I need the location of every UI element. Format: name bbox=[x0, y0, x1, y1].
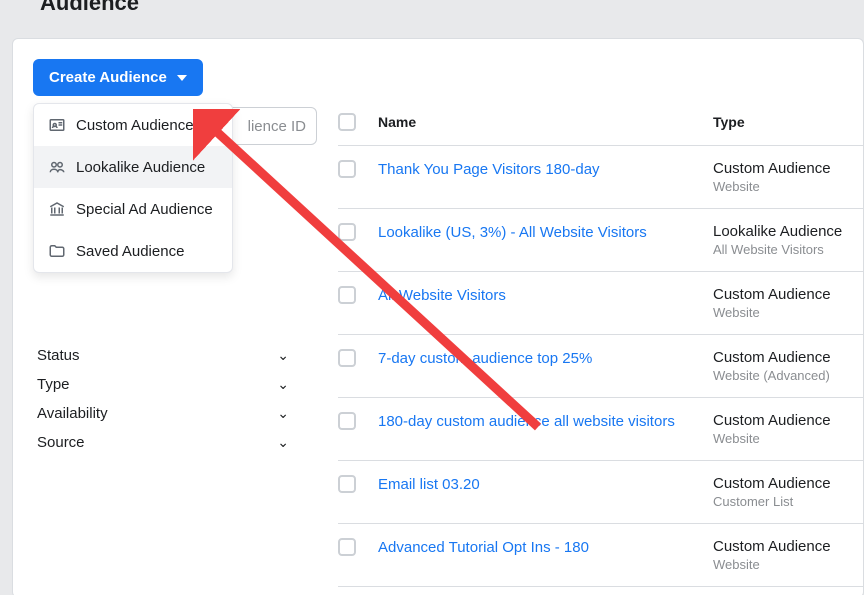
row-checkbox[interactable] bbox=[338, 475, 356, 493]
audience-name-link[interactable]: 180-day custom audience all website visi… bbox=[378, 413, 675, 430]
audience-name-link[interactable]: Thank You Page Visitors 180-day bbox=[378, 161, 600, 178]
table-row: Advanced Tutorial Opt Ins - 180 Custom A… bbox=[338, 524, 864, 587]
audience-type: Custom Audience bbox=[713, 538, 864, 555]
audience-subtype: Website bbox=[713, 431, 864, 446]
filter-label: Type bbox=[37, 376, 70, 393]
table-row: 7-day custom audience top 25% Custom Aud… bbox=[338, 335, 864, 398]
audience-subtype: All Website Visitors bbox=[713, 242, 864, 257]
audience-name-link[interactable]: 7-day custom audience top 25% bbox=[378, 350, 592, 367]
filter-label: Status bbox=[37, 347, 80, 364]
filter-label: Availability bbox=[37, 405, 108, 422]
special-ad-audience-icon bbox=[48, 200, 66, 218]
saved-audience-icon bbox=[48, 242, 66, 260]
audience-subtype: Website (Advanced) bbox=[713, 368, 864, 383]
column-header-type[interactable]: Type bbox=[713, 114, 864, 130]
audience-type: Custom Audience bbox=[713, 475, 864, 492]
dropdown-item-lookalike-audience[interactable]: Lookalike Audience bbox=[34, 146, 232, 188]
audience-subtype: Website bbox=[713, 557, 864, 572]
dropdown-item-saved-audience[interactable]: Saved Audience bbox=[34, 230, 232, 272]
filter-availability[interactable]: Availability ⌄ bbox=[33, 399, 293, 428]
audience-name-link[interactable]: Email list 03.20 bbox=[378, 476, 480, 493]
filter-label: Source bbox=[37, 434, 85, 451]
row-checkbox[interactable] bbox=[338, 160, 356, 178]
dropdown-item-label: Lookalike Audience bbox=[76, 159, 205, 176]
dropdown-item-label: Saved Audience bbox=[76, 243, 184, 260]
audiences-table: Name Type Thank You Page Visitors 180-da… bbox=[338, 107, 864, 595]
table-row: All Website Visitors Custom Audience Web… bbox=[338, 272, 864, 335]
audience-type: Custom Audience bbox=[713, 286, 864, 303]
audiences-card: Create Audience lience ID Custom Audienc… bbox=[12, 38, 864, 595]
audience-name-link[interactable]: Advanced Tutorial Opt Ins - 180 bbox=[378, 539, 589, 556]
create-audience-button[interactable]: Create Audience bbox=[33, 59, 203, 96]
row-checkbox[interactable] bbox=[338, 286, 356, 304]
dropdown-item-special-ad-audience[interactable]: Special Ad Audience bbox=[34, 188, 232, 230]
filter-status[interactable]: Status ⌄ bbox=[33, 341, 293, 370]
filter-source[interactable]: Source ⌄ bbox=[33, 428, 293, 457]
dropdown-item-label: Custom Audience bbox=[76, 117, 194, 134]
audience-type: Custom Audience bbox=[713, 349, 864, 366]
row-checkbox[interactable] bbox=[338, 223, 356, 241]
create-audience-dropdown: Custom Audience Lookalike Audience Speci… bbox=[33, 103, 233, 273]
row-checkbox[interactable] bbox=[338, 349, 356, 367]
lookalike-audience-icon bbox=[48, 158, 66, 176]
dropdown-item-label: Special Ad Audience bbox=[76, 201, 213, 218]
table-row: Email list 03.20 Custom Audience Custome… bbox=[338, 461, 864, 524]
create-audience-label: Create Audience bbox=[49, 69, 167, 86]
table-header-row: Name Type bbox=[338, 107, 864, 146]
row-checkbox[interactable] bbox=[338, 538, 356, 556]
audience-type: Custom Audience bbox=[713, 412, 864, 429]
audience-type: Lookalike Audience bbox=[713, 223, 864, 240]
chevron-down-icon: ⌄ bbox=[277, 405, 289, 422]
page-title: Audience bbox=[0, 0, 864, 28]
audience-name-link[interactable]: All Website Visitors bbox=[378, 287, 506, 304]
row-checkbox[interactable] bbox=[338, 412, 356, 430]
dropdown-item-custom-audience[interactable]: Custom Audience bbox=[34, 104, 232, 146]
custom-audience-icon bbox=[48, 116, 66, 134]
column-header-name[interactable]: Name bbox=[378, 114, 713, 130]
audience-type: Custom Audience bbox=[713, 160, 864, 177]
table-row: Lookalike (US, 3%) - All Website Visitor… bbox=[338, 209, 864, 272]
audience-subtype: Website bbox=[713, 179, 864, 194]
filter-type[interactable]: Type ⌄ bbox=[33, 370, 293, 399]
table-row: 180-day custom audience all website visi… bbox=[338, 398, 864, 461]
chevron-down-icon: ⌄ bbox=[277, 434, 289, 451]
search-placeholder-fragment: lience ID bbox=[248, 118, 306, 135]
table-row: Intermediate Tutorial Opt Ins - 180 bbox=[338, 587, 864, 595]
filters-panel: Status ⌄ Type ⌄ Availability ⌄ Source ⌄ bbox=[33, 341, 293, 457]
chevron-down-icon bbox=[177, 75, 187, 81]
chevron-down-icon: ⌄ bbox=[277, 376, 289, 393]
table-row: Thank You Page Visitors 180-day Custom A… bbox=[338, 146, 864, 209]
select-all-checkbox[interactable] bbox=[338, 113, 356, 131]
chevron-down-icon: ⌄ bbox=[277, 347, 289, 364]
audience-subtype: Website bbox=[713, 305, 864, 320]
audience-name-link[interactable]: Lookalike (US, 3%) - All Website Visitor… bbox=[378, 224, 647, 241]
audience-subtype: Customer List bbox=[713, 494, 864, 509]
